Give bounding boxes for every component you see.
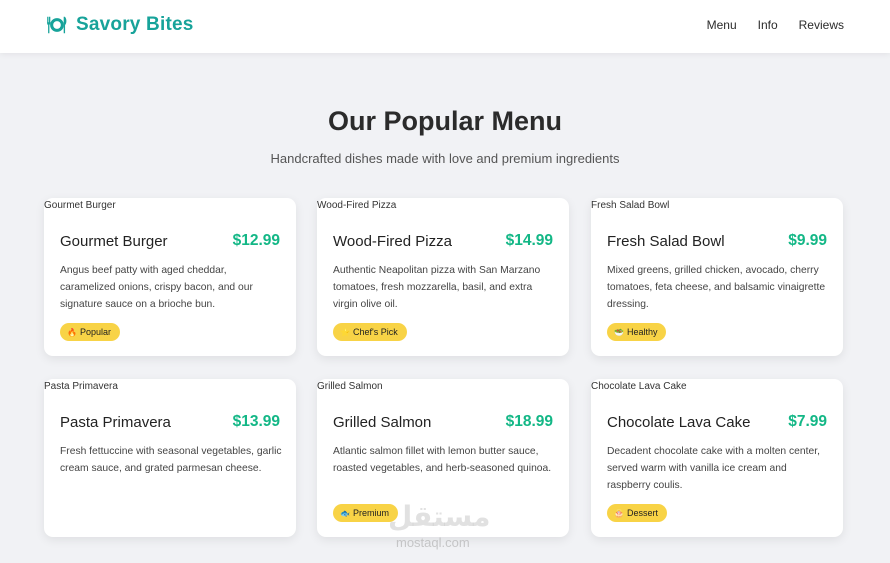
menu-item-tag-label: Dessert [626, 508, 658, 518]
plate-utensils-icon [47, 16, 67, 34]
page-subtitle: Handcrafted dishes made with love and pr… [270, 151, 620, 166]
menu-card-chocolate-lava-cake[interactable]: Chocolate Lava Cake Chocolate Lava Cake … [591, 379, 843, 537]
menu-item-tag-label: Healthy [626, 327, 658, 337]
menu-item-price: $18.99 [505, 413, 553, 430]
menu-item-price: $14.99 [505, 232, 553, 249]
menu-item-image: Wood-Fired Pizza [317, 200, 397, 211]
menu-item-name: Gourmet Burger [60, 233, 168, 250]
menu-item-name: Chocolate Lava Cake [607, 414, 751, 431]
star-icon: ⭐ [340, 328, 350, 337]
menu-item-name: Pasta Primavera [60, 414, 171, 431]
menu-item-tag: 🎂 Dessert [607, 504, 667, 522]
menu-item-name: Grilled Salmon [333, 414, 432, 431]
menu-item-image: Pasta Primavera [44, 381, 118, 392]
nav-link-menu[interactable]: Menu [707, 18, 737, 32]
brand-logo[interactable]: Savory Bites [46, 14, 194, 36]
brand-name: Savory Bites [76, 14, 194, 35]
menu-item-tag: ⭐ Chef's Pick [333, 323, 407, 341]
nav-link-reviews[interactable]: Reviews [799, 18, 844, 32]
menu-card-wood-fired-pizza[interactable]: Wood-Fired Pizza Wood-Fired Pizza $14.99… [317, 198, 569, 356]
menu-item-price: $7.99 [788, 413, 827, 430]
watermark-url: mostaql.com [396, 535, 470, 550]
menu-item-tag-label: Premium [352, 508, 389, 518]
menu-item-name: Wood-Fired Pizza [333, 233, 452, 250]
watermark-logo: مستقل [388, 501, 491, 532]
nav-links: Menu Info Reviews [686, 18, 844, 32]
menu-item-description: Atlantic salmon fillet with lemon butter… [333, 446, 552, 474]
menu-item-image: Gourmet Burger [44, 200, 116, 211]
salad-icon: 🥗 [614, 328, 624, 337]
page-title: Our Popular Menu [327, 106, 562, 136]
menu-item-tag: 🥗 Healthy [607, 323, 667, 341]
menu-item-tag-label: Popular [79, 327, 111, 337]
menu-item-description: Authentic Neapolitan pizza with San Marz… [333, 265, 541, 310]
nav-link-info[interactable]: Info [758, 18, 778, 32]
menu-item-description: Angus beef patty with aged cheddar, cara… [60, 265, 253, 310]
fish-icon: 🐟 [340, 509, 350, 518]
menu-item-tag: 🔥 Popular [60, 323, 120, 341]
menu-card-gourmet-burger[interactable]: Gourmet Burger Gourmet Burger $12.99 Ang… [44, 198, 296, 356]
menu-item-image: Grilled Salmon [317, 381, 383, 392]
menu-item-description: Fresh fettuccine with seasonal vegetable… [60, 446, 282, 474]
menu-item-description: Decadent chocolate cake with a molten ce… [607, 446, 820, 491]
menu-item-image: Chocolate Lava Cake [591, 381, 687, 392]
fire-icon: 🔥 [67, 328, 77, 337]
cake-icon: 🎂 [614, 509, 624, 518]
menu-item-tag-label: Chef's Pick [352, 327, 398, 337]
menu-item-description: Mixed greens, grilled chicken, avocado, … [607, 265, 826, 310]
menu-item-name: Fresh Salad Bowl [607, 233, 725, 250]
navbar: Savory Bites Menu Info Reviews [0, 0, 890, 53]
menu-item-price: $9.99 [788, 232, 827, 249]
menu-card-fresh-salad-bowl[interactable]: Fresh Salad Bowl Fresh Salad Bowl $9.99 … [591, 198, 843, 356]
menu-item-price: $12.99 [232, 232, 280, 249]
menu-card-pasta-primavera[interactable]: Pasta Primavera Pasta Primavera $13.99 F… [44, 379, 296, 537]
menu-item-image: Fresh Salad Bowl [591, 200, 670, 211]
menu-item-price: $13.99 [232, 413, 280, 430]
